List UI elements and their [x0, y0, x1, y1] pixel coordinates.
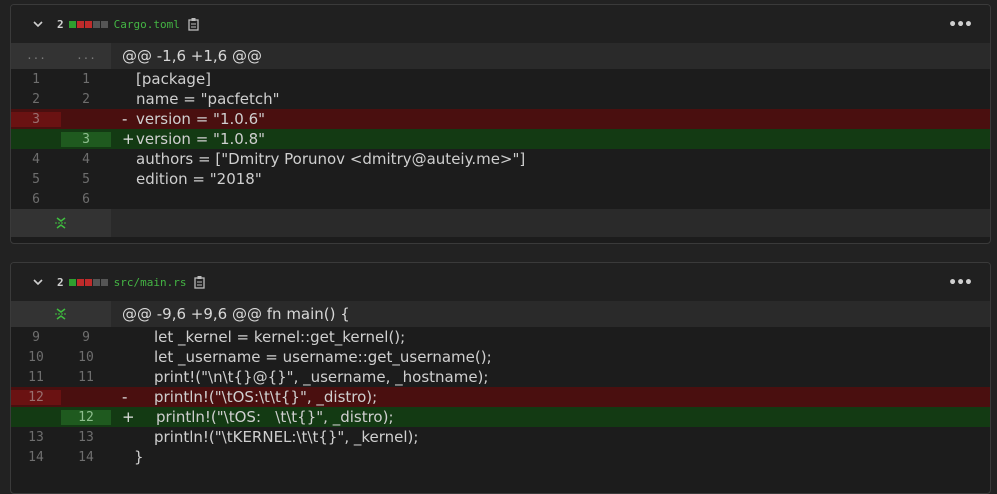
code-text: [package]	[136, 70, 212, 88]
chevron-down-icon[interactable]	[31, 17, 45, 31]
diffstat-bar	[68, 20, 108, 28]
old-line-number: 9	[11, 329, 61, 345]
code-text: name = "pacfetch"	[136, 90, 280, 108]
diff-line: 13 13 println!("\tKERNEL:\t\t{}", _kerne…	[11, 427, 990, 447]
old-line-number: ...	[11, 43, 61, 69]
old-line-number: 11	[11, 369, 61, 385]
old-line-number: 6	[11, 191, 61, 207]
diff-line-added: 3 +version = "1.0.8"	[11, 129, 990, 149]
code-text: edition = "2018"	[136, 170, 262, 188]
code-text: - println!("\tOS:\t\t{}", _distro);	[122, 388, 378, 406]
expand-icon[interactable]	[11, 301, 111, 327]
diff-line: 1 1 [package]	[11, 69, 990, 89]
diffstat-bar	[68, 278, 108, 286]
new-line-number: 14	[61, 449, 111, 465]
file-diff-main-rs: 2 src/main.rs ••• @@ -9,6 +9,6 @@ fn mai…	[10, 262, 991, 494]
new-line-number: 10	[61, 349, 111, 365]
new-line-number: 3	[61, 131, 111, 147]
diff-line: 10 10 let _username = username::get_user…	[11, 347, 990, 367]
new-line-number: 4	[61, 151, 111, 167]
old-line-number: 4	[11, 151, 61, 167]
code-text: - version = "1.0.6"	[122, 110, 266, 128]
change-count: 2	[57, 17, 64, 31]
chevron-down-icon[interactable]	[31, 275, 45, 289]
copy-icon[interactable]	[188, 17, 202, 31]
code-text: println!("\tKERNEL:\t\t{}", _kernel);	[154, 428, 419, 446]
hunk-header: @@ -9,6 +9,6 @@ fn main() {	[11, 301, 990, 327]
copy-icon[interactable]	[194, 275, 208, 289]
file-name-link[interactable]: Cargo.toml	[114, 18, 180, 31]
diff-line-removed: 3 - version = "1.0.6"	[11, 109, 990, 129]
diff-line: 11 11 print!("\n\t{}@{}", _username, _ho…	[11, 367, 990, 387]
change-count: 2	[57, 275, 64, 289]
old-line-number: 5	[11, 171, 61, 187]
new-line-number: 11	[61, 369, 111, 385]
kebab-menu-icon[interactable]: •••	[948, 275, 973, 291]
new-line-number: 1	[61, 71, 111, 87]
file-header: 2 src/main.rs •••	[11, 263, 990, 301]
new-line-number: 12	[61, 409, 111, 425]
old-line-number: 2	[11, 91, 61, 107]
code-text: let _username = username::get_username()…	[154, 348, 492, 366]
code-text: authors = ["Dmitry Porunov <dmitry@autei…	[136, 150, 526, 168]
new-line-number: ...	[61, 43, 111, 69]
file-name-link[interactable]: src/main.rs	[114, 276, 187, 289]
old-line-number: 14	[11, 449, 61, 465]
diff-line-added: 12 + println!("\tOS: \t\t{}", _distro);	[11, 407, 990, 427]
expand-row	[11, 209, 990, 237]
new-line-number: 2	[61, 91, 111, 107]
old-line-number: 12	[11, 389, 61, 405]
old-line-number: 1	[11, 71, 61, 87]
code-text: +version = "1.0.8"	[122, 130, 266, 148]
kebab-menu-icon[interactable]: •••	[948, 17, 973, 33]
new-line-number: 5	[61, 171, 111, 187]
old-line-number: 3	[11, 111, 61, 127]
old-line-number: 13	[11, 429, 61, 445]
diff-line: 5 5 edition = "2018"	[11, 169, 990, 189]
diff-line: 4 4 authors = ["Dmitry Porunov <dmitry@a…	[11, 149, 990, 169]
diff-line-removed: 12 - println!("\tOS:\t\t{}", _distro);	[11, 387, 990, 407]
code-text: print!("\n\t{}@{}", _username, _hostname…	[154, 368, 489, 386]
expand-icon[interactable]	[11, 209, 111, 237]
code-text: + println!("\tOS: \t\t{}", _distro);	[122, 408, 394, 426]
code-text: let _kernel = kernel::get_kernel();	[154, 328, 406, 346]
old-line-number: 10	[11, 349, 61, 365]
diff-line: 2 2 name = "pacfetch"	[11, 89, 990, 109]
hunk-text: @@ -9,6 +9,6 @@ fn main() {	[122, 305, 350, 323]
new-line-number: 13	[61, 429, 111, 445]
code-text: }	[134, 448, 144, 466]
diff-line: 9 9 let _kernel = kernel::get_kernel();	[11, 327, 990, 347]
new-line-number: 6	[61, 191, 111, 207]
diff-line: 14 14 }	[11, 447, 990, 467]
file-diff-cargo-toml: 2 Cargo.toml ••• ... ... @@ -1,6 +1,6 @@…	[10, 4, 991, 244]
file-header: 2 Cargo.toml •••	[11, 5, 990, 43]
hunk-header: ... ... @@ -1,6 +1,6 @@	[11, 43, 990, 69]
new-line-number: 9	[61, 329, 111, 345]
diff-line: 6 6	[11, 189, 990, 209]
hunk-text: @@ -1,6 +1,6 @@	[122, 47, 262, 65]
